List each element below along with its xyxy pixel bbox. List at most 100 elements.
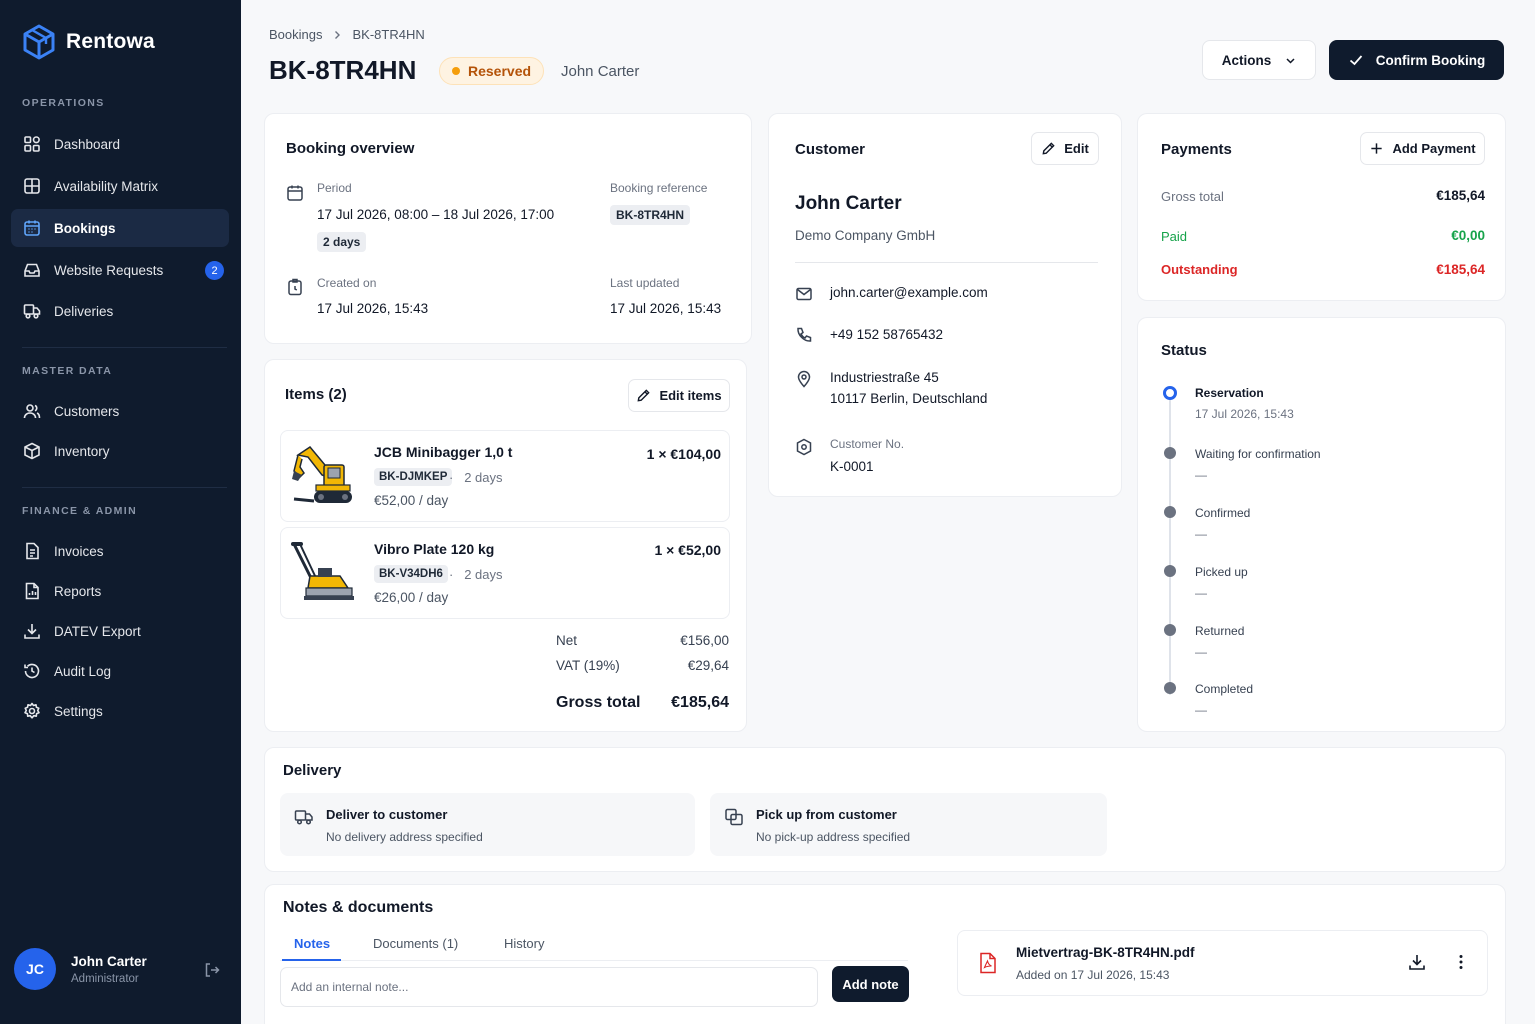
pencil-icon [1042,142,1055,155]
net-value: €156,00 [680,633,729,648]
timeline-step-label: Picked up [1195,565,1248,579]
deliver-to-customer-option[interactable]: Deliver to customer No delivery address … [280,793,695,856]
location-pin-icon [797,370,811,388]
sidebar-item-label: Settings [54,703,103,719]
customer-email[interactable]: john.carter@example.com [830,285,988,300]
created-value: 17 Jul 2026, 15:43 [317,301,429,316]
sidebar-item-datev-export[interactable]: DATEV Export [11,612,229,650]
phone-icon [797,327,812,342]
requests-count-badge: 2 [205,261,224,280]
created-label: Created on [317,276,377,290]
user-profile[interactable]: JC John Carter Administrator [14,948,147,990]
breadcrumb-bookings-link[interactable]: Bookings [269,27,322,42]
timeline-dot [1164,624,1176,636]
timeline-step-label: Confirmed [1195,506,1251,520]
separator-dot: · [449,470,454,485]
add-payment-button[interactable]: Add Payment [1360,132,1485,165]
item-code-chip: BK-DJMKEP [374,468,453,486]
delivery-title: Delivery [283,762,342,779]
customer-divider [795,262,1098,263]
tab-documents[interactable]: Documents (1) [373,936,458,951]
timeline-step-label: Waiting for confirmation [1195,447,1321,461]
sidebar-item-reports[interactable]: Reports [11,572,229,610]
customer-card [768,113,1122,497]
sidebar-item-deliveries[interactable]: Deliveries [11,292,229,330]
customer-phone[interactable]: +49 152 58765432 [830,327,943,342]
edit-items-button[interactable]: Edit items [628,379,730,412]
duration-chip: 2 days [317,232,367,252]
clipboard-clock-icon [288,278,302,296]
vibro-plate-image [291,542,354,600]
vat-label: VAT (19%) [556,658,620,673]
timeline-step-label: Returned [1195,624,1245,638]
timeline-dot [1164,682,1176,694]
edit-customer-button[interactable]: Edit [1031,132,1099,165]
tab-notes[interactable]: Notes [294,936,330,951]
section-finance-admin: FINANCE & ADMIN [22,505,138,517]
dashboard-icon [24,136,40,152]
more-vertical-icon[interactable] [1452,953,1470,971]
confirm-booking-button[interactable]: Confirm Booking [1329,40,1504,80]
actions-dropdown-button[interactable]: Actions [1202,40,1316,80]
box-icon [24,442,40,460]
report-icon [25,582,39,600]
history-icon [24,663,40,679]
document-row[interactable]: Mietvertrag-BK-8TR4HN.pdf Added on 17 Ju… [957,930,1488,996]
payments-gross-label: Gross total [1161,189,1224,204]
timeline-dot [1164,447,1176,459]
gear-icon [24,702,40,719]
tab-active-indicator [282,959,341,961]
section-operations: OPERATIONS [22,97,105,109]
tab-history[interactable]: History [504,936,544,951]
payments-gross-value: €185,64 [1436,188,1485,203]
inbox-icon [24,263,40,277]
status-dot-icon [452,67,460,75]
customer-name: John Carter [795,193,902,214]
note-input[interactable] [280,967,818,1007]
sidebar-item-website-requests[interactable]: Website Requests 2 [11,251,229,289]
item-rate: €52,00 / day [374,493,449,508]
truck-icon [294,810,313,825]
sidebar-item-label: Deliveries [54,303,114,319]
edit-customer-label: Edit [1064,141,1089,156]
check-icon [1349,55,1362,66]
pickup-sub: No pick-up address specified [756,830,911,844]
add-note-button[interactable]: Add note [832,966,909,1002]
sidebar-item-availability-matrix[interactable]: Availability Matrix [11,167,229,205]
sidebar-item-settings[interactable]: Settings [11,692,229,730]
id-badge-icon [796,438,812,456]
sidebar-item-audit-log[interactable]: Audit Log [11,652,229,690]
payments-outstanding-value: €185,64 [1436,262,1485,277]
calendar-icon [24,220,40,236]
download-icon[interactable] [1408,953,1426,971]
items-title: Items (2) [285,386,347,403]
deliver-sub: No delivery address specified [326,830,483,844]
pickup-from-customer-option[interactable]: Pick up from customer No pick-up address… [710,793,1107,856]
sidebar-item-label: Website Requests [54,262,164,278]
sidebar-item-bookings[interactable]: Bookings [11,209,229,247]
logout-icon[interactable] [203,961,221,979]
notes-documents-title: Notes & documents [283,899,434,916]
sidebar-item-customers[interactable]: Customers [11,392,229,430]
brand[interactable]: Rentowa [22,24,155,60]
actions-label: Actions [1221,52,1272,68]
item-total: 1 × €52,00 [654,542,721,558]
sidebar: Rentowa OPERATIONS Dashboard Availabilit… [0,0,241,1024]
timeline-step-label: Completed [1195,682,1254,696]
tabs-divider [280,960,908,961]
plus-icon [1371,143,1383,154]
timeline-step-sub: — [1195,468,1207,482]
list-item[interactable]: JCB Minibagger 1,0 t BK-DJMKEP · 2 days … [280,430,730,522]
sidebar-item-label: Bookings [54,220,116,236]
header-customer-name: John Carter [561,63,640,80]
timeline-step-sub: — [1195,645,1207,659]
sidebar-item-dashboard[interactable]: Dashboard [11,125,229,163]
list-item[interactable]: Vibro Plate 120 kg BK-V34DH6 · 2 days €2… [280,527,730,619]
sidebar-item-invoices[interactable]: Invoices [11,532,229,570]
sidebar-item-inventory[interactable]: Inventory [11,432,229,470]
item-total: 1 × €104,00 [646,446,721,462]
payments-outstanding-label: Outstanding [1161,262,1238,277]
user-name: John Carter [71,953,147,969]
add-payment-label: Add Payment [1392,141,1476,156]
grid-icon [24,178,40,194]
